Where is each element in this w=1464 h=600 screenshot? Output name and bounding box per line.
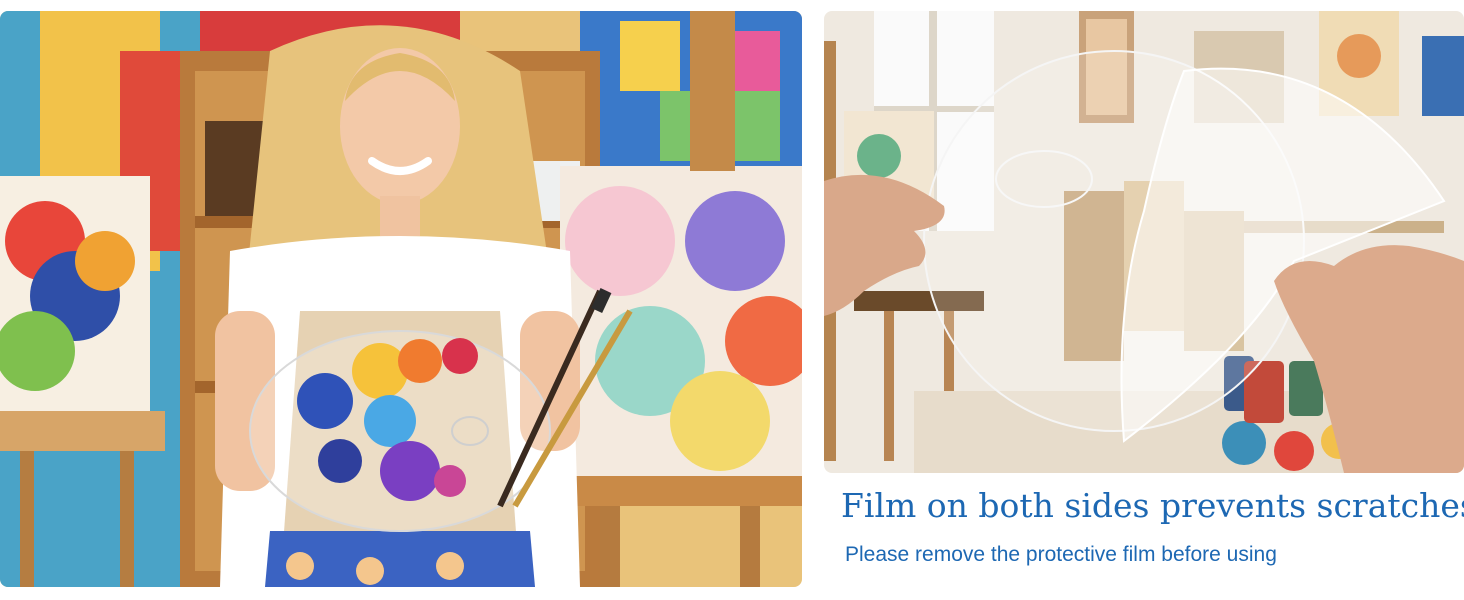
caption-subline: Please remove the protective film before… xyxy=(845,543,1277,566)
artist-with-palette-photo xyxy=(0,11,802,587)
caption-headline: Film on both sides prevents scratches xyxy=(841,486,1464,525)
peeling-film-photo xyxy=(824,11,1464,473)
